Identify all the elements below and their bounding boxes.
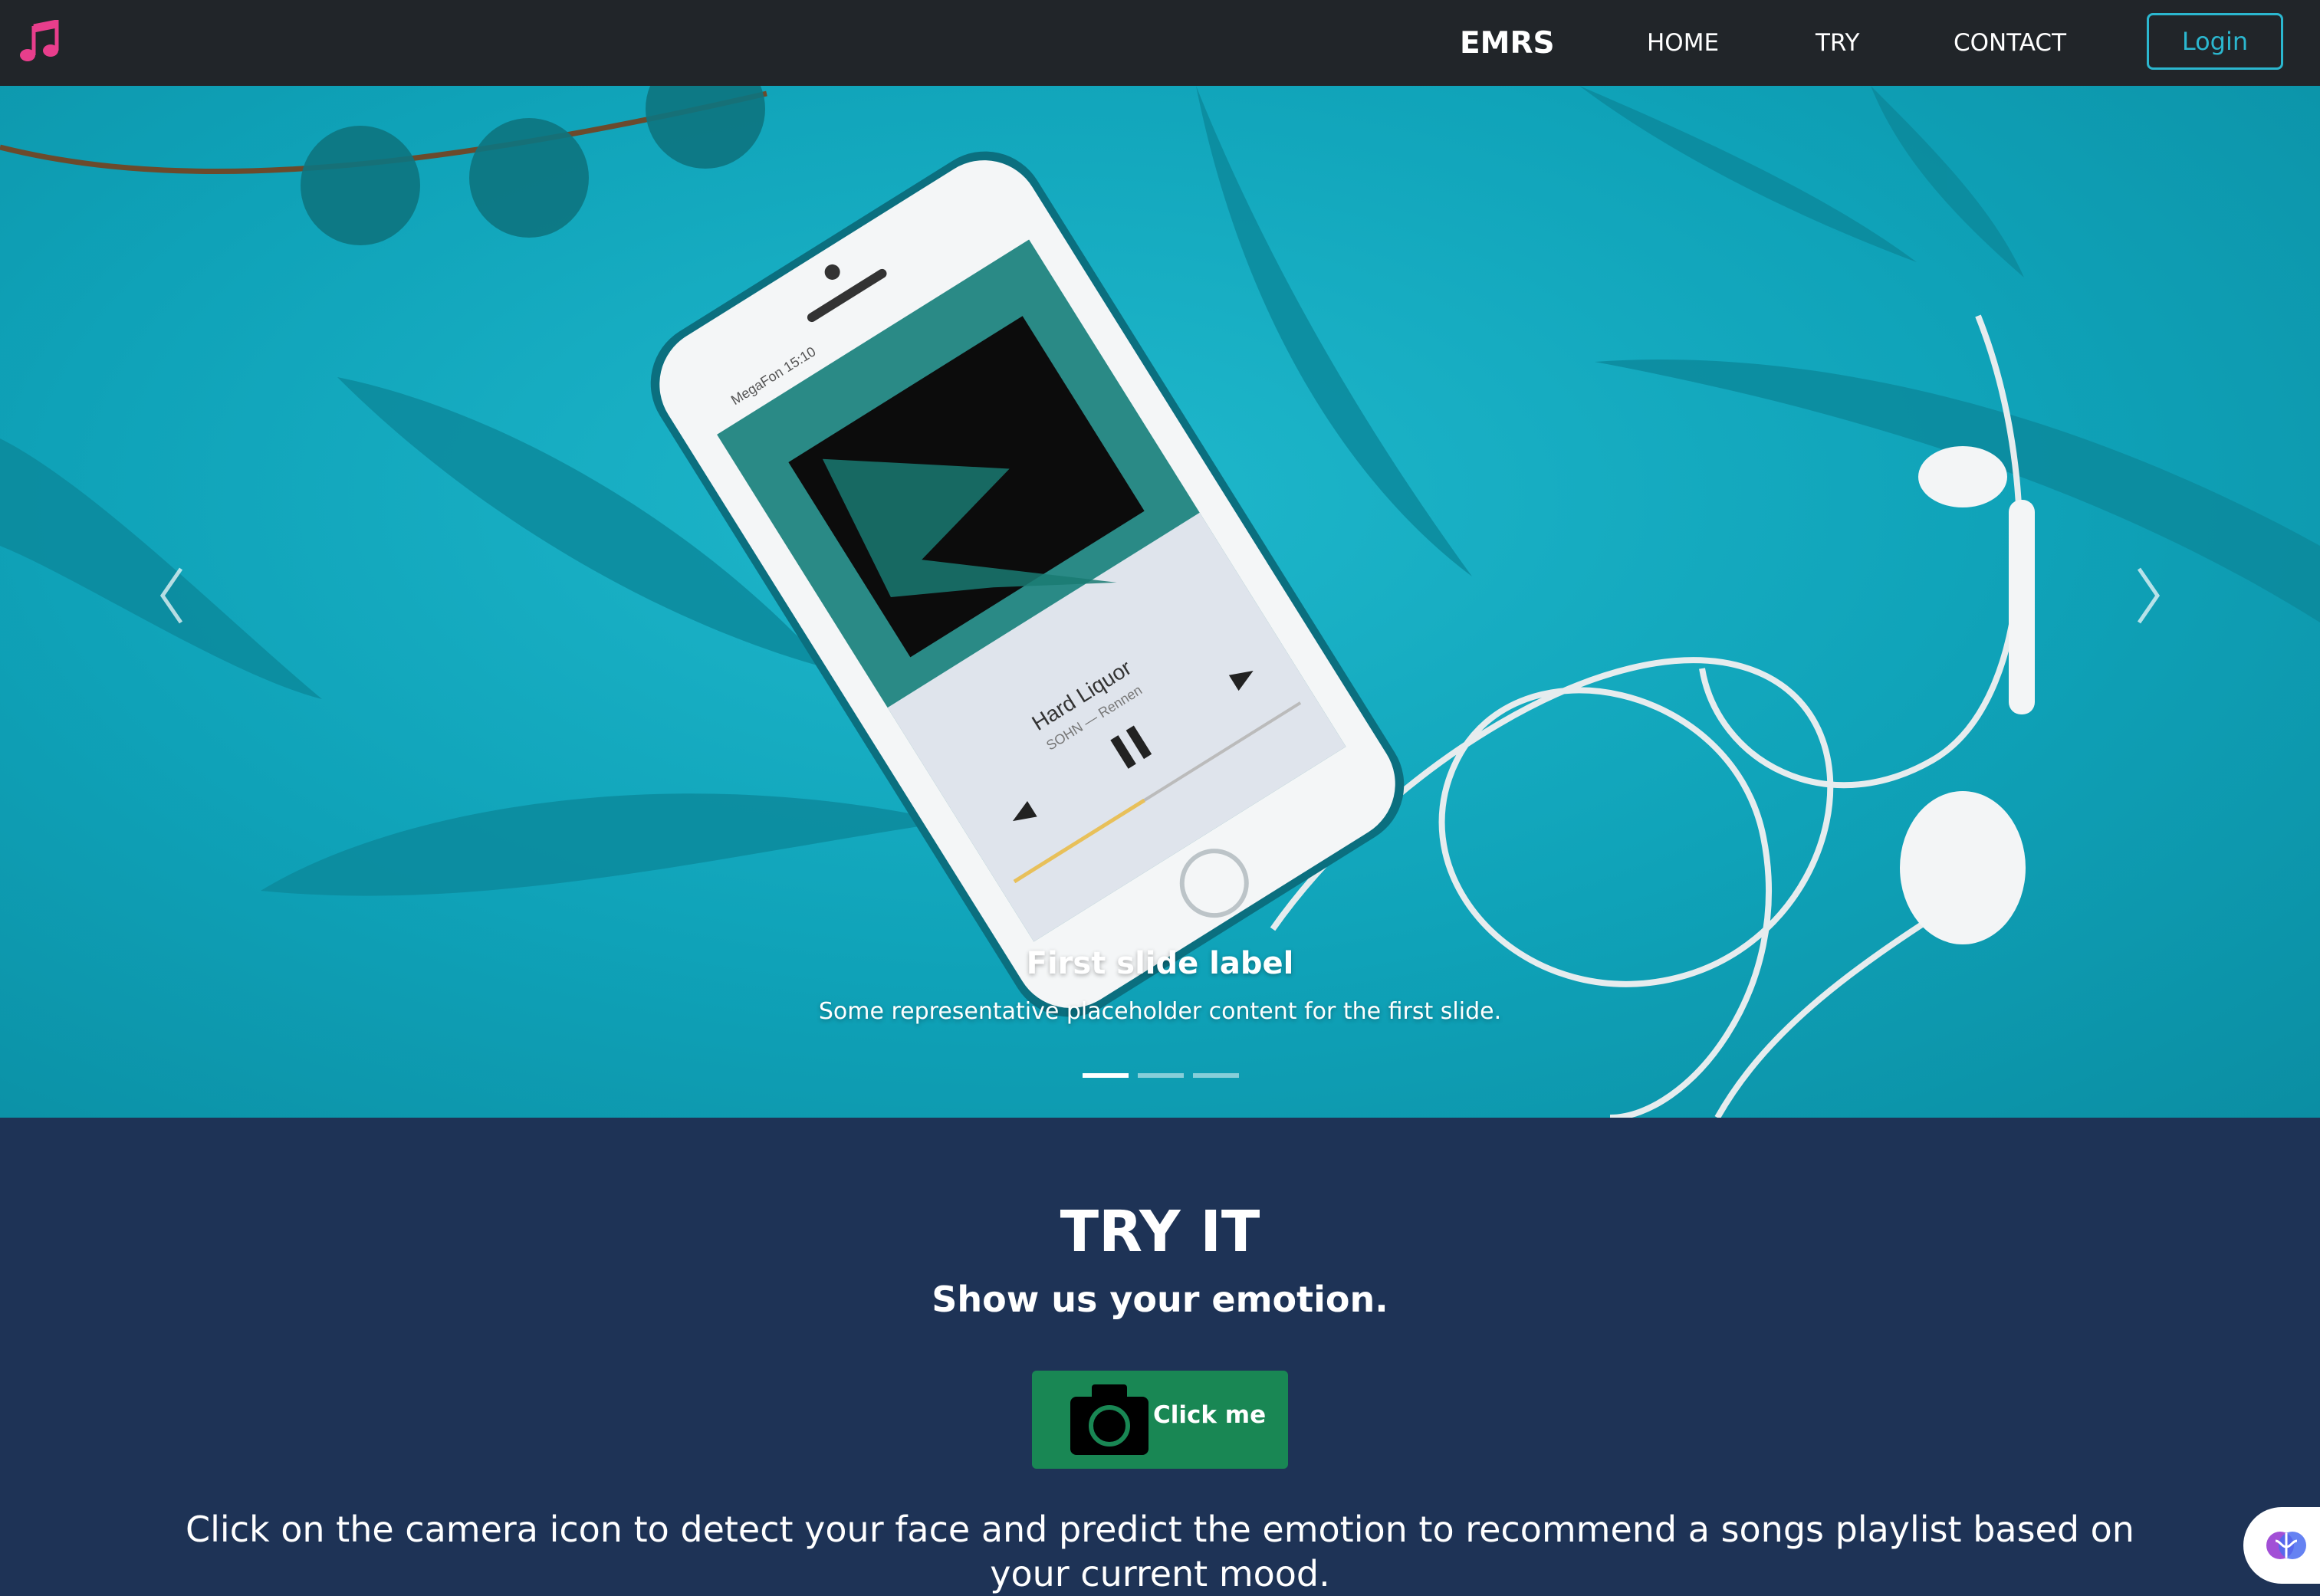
instructions-text: Click on the camera icon to detect your … <box>186 1509 2134 1594</box>
try-section: TRY IT Show us your emotion. Click me Cl… <box>0 1118 2320 1594</box>
music-note-icon[interactable] <box>18 20 63 64</box>
nav-link-try[interactable]: TRY <box>1816 29 1859 57</box>
carousel-indicator-2[interactable] <box>1138 1073 1184 1078</box>
hero-carousel: Hard Liquor SOHN — Rennen MegaFon 15:10 … <box>0 86 2320 1118</box>
navbar: EMRS HOME TRY CONTACT Login <box>0 0 2320 86</box>
try-subtitle: Show us your emotion. <box>932 1279 1388 1320</box>
carousel-indicators <box>1083 1073 1239 1078</box>
camera-button[interactable]: Click me <box>1032 1371 1288 1469</box>
nav-link-home[interactable]: HOME <box>1647 29 1719 57</box>
carousel-indicator-1[interactable] <box>1083 1073 1129 1078</box>
camera-icon[interactable] <box>1070 1384 1148 1455</box>
assistant-button[interactable] <box>2243 1507 2320 1584</box>
navbar-brand[interactable]: EMRS <box>1460 26 1555 61</box>
try-title: TRY IT <box>1060 1199 1260 1265</box>
nav-link-contact[interactable]: CONTACT <box>1954 29 2066 57</box>
carousel-caption-title: First slide label <box>1026 946 1294 981</box>
carousel-indicator-3[interactable] <box>1193 1073 1239 1078</box>
camera-button-label[interactable]: Click me <box>1153 1401 1266 1429</box>
login-button[interactable]: Login <box>2147 13 2283 70</box>
brain-icon[interactable] <box>2265 1524 2308 1567</box>
carousel-caption-text: Some representative placeholder content … <box>818 998 1502 1025</box>
carousel-next-icon[interactable] <box>2124 561 2170 630</box>
carousel-prev-icon[interactable] <box>150 561 196 630</box>
